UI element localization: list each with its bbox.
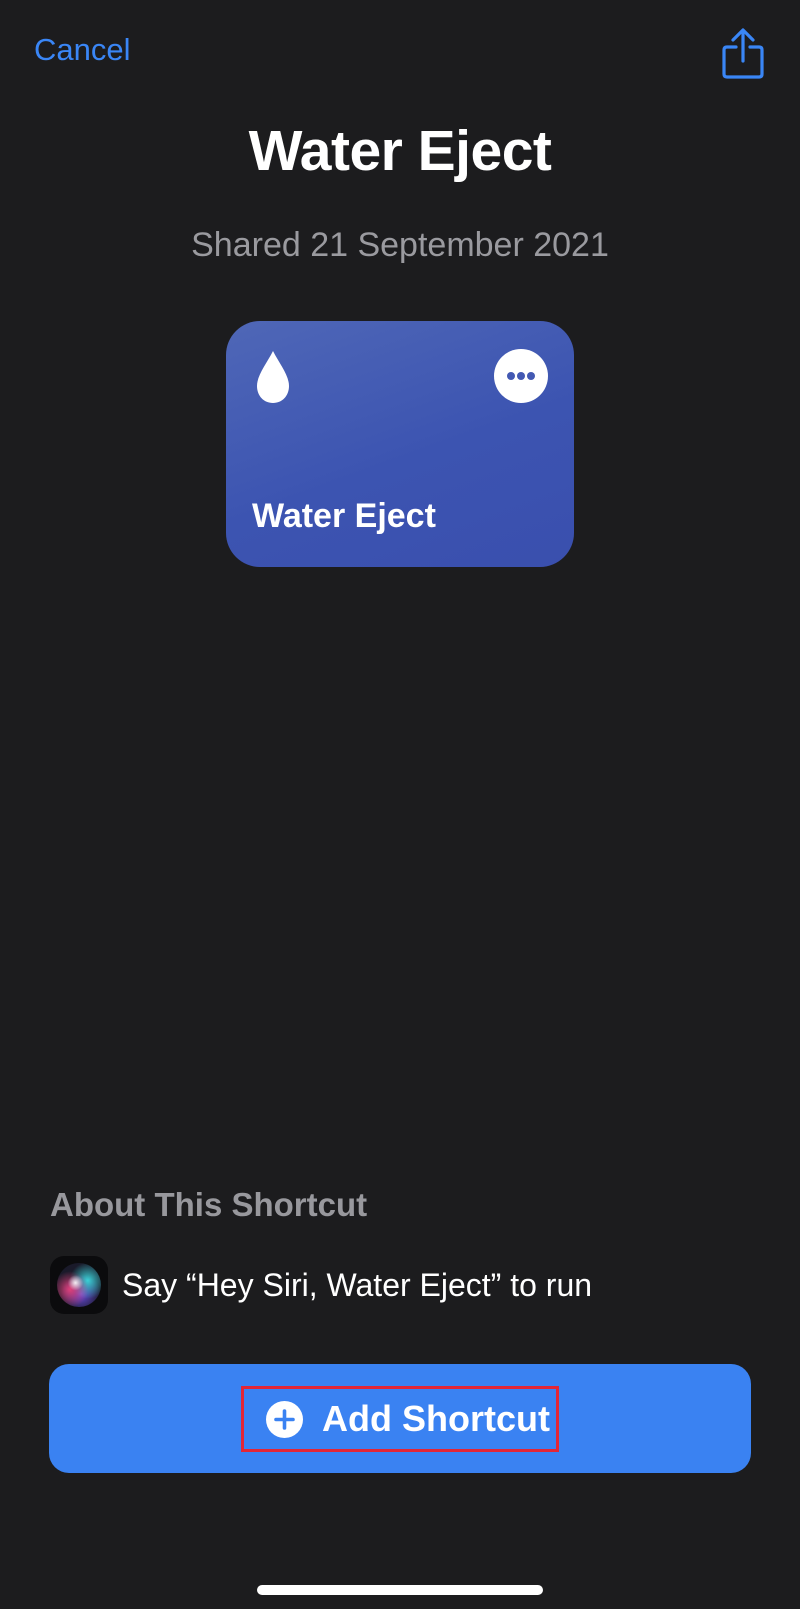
shortcut-card[interactable]: Water Eject <box>226 321 574 567</box>
siri-phrase-row: Say “Hey Siri, Water Eject” to run <box>50 1256 592 1314</box>
add-shortcut-label: Add Shortcut <box>322 1398 550 1439</box>
plus-circle-icon <box>266 1400 303 1438</box>
screen: Cancel Water Eject Shared 21 September 2… <box>0 0 800 1609</box>
siri-icon <box>50 1256 108 1314</box>
shared-date: Shared 21 September 2021 <box>191 226 609 264</box>
page-title: Water Eject <box>248 119 552 183</box>
about-heading: About This Shortcut <box>50 1186 368 1223</box>
water-drop-icon <box>253 349 293 405</box>
shortcut-card-label: Water Eject <box>252 497 436 535</box>
home-indicator <box>257 1585 543 1595</box>
cancel-button[interactable]: Cancel <box>34 32 131 68</box>
siri-phrase: Say “Hey Siri, Water Eject” to run <box>122 1266 593 1303</box>
more-icon[interactable] <box>494 349 548 403</box>
add-shortcut-highlight: Add Shortcut <box>241 1386 559 1452</box>
add-shortcut-button[interactable]: Add Shortcut <box>49 1364 751 1473</box>
share-icon[interactable] <box>722 28 764 80</box>
